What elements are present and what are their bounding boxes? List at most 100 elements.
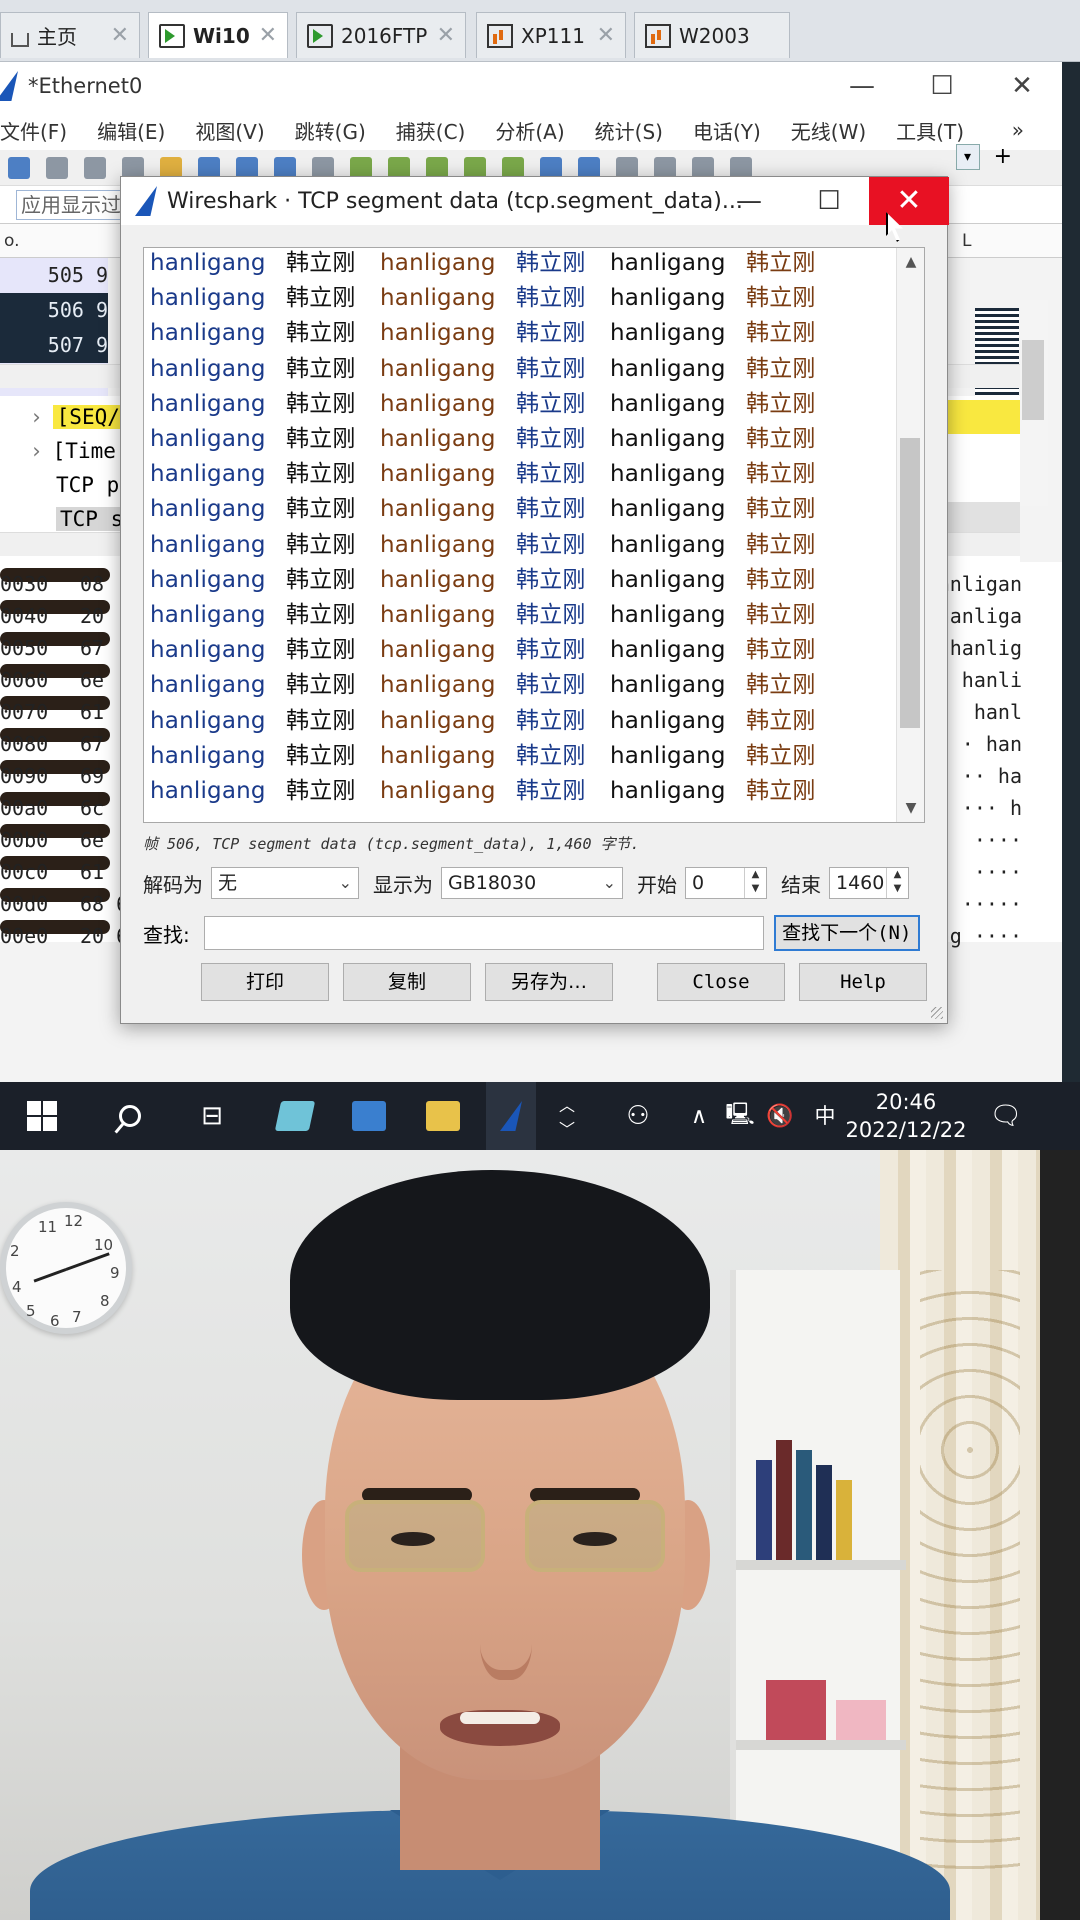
hex-row[interactable]: 00d068 61 6e 6c 69 67 61 6e 67 20 ba ab … (0, 888, 646, 916)
hex-ascii[interactable]: hanli (962, 664, 1022, 696)
detail-row-tcp-segment[interactable]: TCP s (56, 502, 128, 536)
print-button[interactable]: 打印 (201, 963, 329, 1001)
hex-row[interactable]: 0080 67 (0, 728, 110, 756)
vm-tab-home[interactable]: 主页 ✕ (0, 12, 140, 58)
dialog-minimize-button[interactable]: — (709, 177, 789, 225)
menu-wireless[interactable]: 无线(W) (791, 116, 866, 145)
close-button[interactable]: Close (657, 963, 785, 1001)
hex-ascii[interactable]: ··· h (962, 792, 1022, 824)
hex-ascii[interactable]: ···· (974, 824, 1022, 856)
close-icon[interactable]: ✕ (111, 23, 129, 48)
menu-telephony[interactable]: 电话(Y) (693, 116, 761, 145)
hex-ascii[interactable]: ···· (974, 856, 1022, 888)
hex-row[interactable]: 0030 08 (0, 568, 110, 596)
resize-grip[interactable] (931, 1007, 943, 1019)
hex-ascii[interactable]: · han (962, 728, 1022, 760)
dialog-maximize-button[interactable]: ☐ (789, 177, 869, 225)
menu-tools[interactable]: 工具(T) (896, 116, 964, 145)
spinner-icon[interactable]: ▲ ▼ (886, 868, 908, 898)
vm-tab-w2003[interactable]: W2003 (634, 12, 790, 58)
hex-ascii[interactable]: hanlig (950, 632, 1022, 664)
restart-capture-icon[interactable] (84, 156, 106, 179)
hex-row[interactable]: 0090 69 (0, 760, 110, 788)
menu-go[interactable]: 跳转(G) (295, 116, 366, 145)
dialog-title-bar[interactable]: Wireshark · TCP segment data (tcp.segmen… (121, 177, 949, 225)
hex-ascii[interactable]: hanl (974, 696, 1022, 728)
maximize-button[interactable]: ☐ (902, 62, 982, 110)
action-center-button[interactable]: 🗨 (984, 1082, 1028, 1150)
save-as-button[interactable]: 另存为… (485, 963, 613, 1001)
segment-text-view[interactable]: hanligang 韩立刚 hanligang 韩立刚 hanligang 韩立刚 hanl… (143, 247, 925, 823)
scroll-down-icon[interactable]: ▼ (897, 794, 924, 822)
filter-history-dropdown[interactable]: ▾ (955, 144, 980, 170)
taskbar-app-network[interactable] (344, 1082, 394, 1150)
hex-row[interactable]: 0050 67 (0, 632, 110, 660)
add-filter-button[interactable]: + (994, 144, 1012, 170)
dialog-close-button[interactable]: ✕ (869, 177, 949, 225)
menu-overflow[interactable]: » (1012, 118, 1024, 142)
hex-row[interactable]: 0060 6e (0, 664, 110, 692)
wireshark-fin-icon (135, 186, 157, 216)
column-no-header[interactable]: o. (4, 231, 20, 251)
text-view-scrollbar[interactable]: ▲ ▼ (896, 248, 924, 822)
packet-list-scrollbar[interactable] (1020, 300, 1048, 506)
vm-tab-2016ftp[interactable]: 2016FTP ✕ (296, 12, 466, 58)
taskbar-scroll[interactable]: ︿ ﹀ (552, 1082, 582, 1150)
hex-row[interactable]: 0040 20 (0, 600, 110, 628)
menu-analyze[interactable]: 分析(A) (495, 116, 564, 145)
menu-statistics[interactable]: 统计(S) (595, 116, 663, 145)
chevron-down-icon: ﹀ (558, 1120, 575, 1139)
close-icon[interactable]: ✕ (259, 23, 277, 48)
volume-tray[interactable]: 🔇 (762, 1082, 798, 1150)
menu-file[interactable]: 文件(F) (0, 116, 67, 145)
hex-row[interactable]: 00c0 61 (0, 856, 110, 884)
close-button[interactable]: ✕ (982, 62, 1062, 110)
packet-row[interactable]: 505 9 (0, 258, 108, 293)
menu-view[interactable]: 视图(V) (195, 116, 264, 145)
find-next-button[interactable]: 查找下一个(N) (773, 915, 920, 951)
help-button[interactable]: Help (799, 963, 927, 1001)
taskbar-app-explorer[interactable] (418, 1082, 468, 1150)
people-button[interactable]: ⚇ (618, 1082, 658, 1150)
stop-capture-icon[interactable] (46, 156, 68, 179)
detail-row-time[interactable]: › [Time (30, 434, 116, 468)
dark-wall-edge (1040, 1150, 1080, 1920)
detail-row-tcp-payload[interactable]: TCP p (56, 468, 119, 502)
taskbar-app-wireshark[interactable] (486, 1082, 536, 1150)
show-as-select[interactable]: GB18030 ⌄ (441, 867, 623, 899)
decode-as-select[interactable]: 无 ⌄ (211, 867, 359, 899)
network-tray[interactable]: 🖳 (722, 1082, 758, 1150)
menu-edit[interactable]: 编辑(E) (97, 116, 165, 145)
hex-row[interactable]: 00b0 6e (0, 824, 110, 852)
detail-row-seq[interactable]: › [SEQ/ (30, 400, 124, 434)
packet-row[interactable]: 507 9 (0, 328, 108, 363)
hex-ascii[interactable]: hanliga (938, 600, 1022, 632)
start-capture-icon[interactable] (8, 156, 30, 179)
column-length-header[interactable]: L (962, 224, 971, 258)
hex-ascii[interactable]: ·· ha (962, 760, 1022, 792)
menu-capture[interactable]: 捕获(C) (396, 116, 466, 145)
scroll-up-icon[interactable]: ▲ (897, 248, 924, 276)
find-input[interactable] (203, 916, 764, 950)
taskbar-app-notepad[interactable] (270, 1082, 320, 1150)
hex-row[interactable]: 00a0 6c (0, 792, 110, 820)
scroll-thumb[interactable] (900, 438, 920, 728)
close-icon[interactable]: ✕ (597, 23, 615, 48)
vm-tab-wi10[interactable]: Wi10 ✕ (148, 12, 288, 58)
minimize-button[interactable]: — (822, 62, 902, 110)
task-view-button[interactable]: ⊟ (190, 1082, 234, 1150)
ime-indicator[interactable]: 中 (808, 1082, 842, 1150)
search-button[interactable] (108, 1082, 152, 1150)
start-button[interactable] (20, 1082, 64, 1150)
hex-row[interactable]: 0070 61 (0, 696, 110, 724)
clock-tray[interactable]: 20:46 2022/12/22 (845, 1082, 966, 1150)
start-spinbox[interactable]: 0 ▲ ▼ (685, 867, 767, 899)
spinner-icon[interactable]: ▲ ▼ (744, 868, 766, 898)
end-spinbox[interactable]: 1460 ▲ ▼ (829, 867, 909, 899)
vm-tab-xp111[interactable]: XP111 ✕ (476, 12, 626, 58)
close-icon[interactable]: ✕ (437, 23, 455, 48)
tray-overflow-button[interactable]: ∧ (682, 1082, 716, 1150)
copy-button[interactable]: 复制 (343, 963, 471, 1001)
hex-row[interactable]: 00e020 68 61 6e 6c 69 67 61 6e 67 20 ba … (0, 920, 646, 948)
packet-row[interactable]: 506 9 (0, 293, 108, 328)
